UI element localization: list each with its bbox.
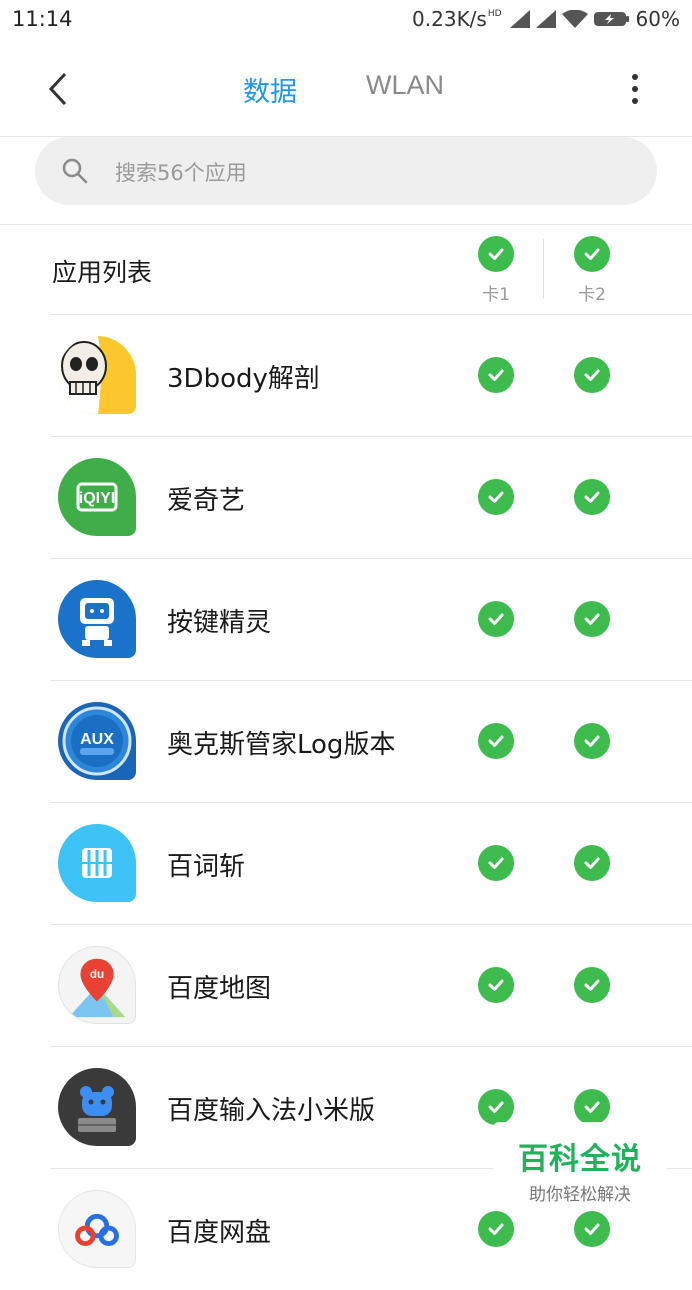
battery-level: 60% bbox=[635, 7, 680, 31]
sim1-toggle[interactable] bbox=[478, 723, 514, 759]
aux-app-icon: AUX bbox=[58, 702, 136, 780]
sim2-toggle[interactable] bbox=[574, 357, 610, 393]
signal-icon bbox=[535, 10, 556, 28]
column-header-sim2: 卡2 bbox=[562, 236, 622, 305]
baicizhan-app-icon bbox=[58, 824, 136, 902]
check-icon bbox=[488, 1223, 504, 1235]
list-header: 应用列表 卡1 卡2 bbox=[0, 225, 692, 315]
check-icon bbox=[488, 735, 504, 747]
status-indicators: 0.23K/sHD 60% bbox=[412, 7, 680, 31]
sim1-toggle[interactable] bbox=[478, 1089, 514, 1125]
tab-data[interactable]: 数据 bbox=[243, 70, 297, 109]
sim1-toggle[interactable] bbox=[478, 845, 514, 881]
back-button[interactable] bbox=[38, 66, 78, 112]
tab-wlan[interactable]: WLAN bbox=[366, 70, 444, 101]
app-name: 爱奇艺 bbox=[167, 486, 246, 516]
list-item[interactable]: du 百度地图 bbox=[0, 924, 692, 1046]
watermark-brand: 百科全说 bbox=[518, 1142, 642, 1177]
chevron-left-icon bbox=[48, 72, 67, 106]
check-icon bbox=[584, 613, 600, 625]
status-bar: 11:14 0.23K/sHD 60% bbox=[0, 0, 692, 42]
app-name: 百度地图 bbox=[167, 974, 272, 1004]
check-icon bbox=[584, 735, 600, 747]
check-icon bbox=[488, 248, 504, 260]
search-input[interactable]: 搜索56个应用 bbox=[35, 137, 657, 205]
check-icon bbox=[584, 491, 600, 503]
check-icon bbox=[584, 857, 600, 869]
svg-text:iQIYI: iQIYI bbox=[79, 490, 115, 507]
top-nav: 数据 WLAN bbox=[0, 42, 692, 137]
sim2-all-toggle[interactable] bbox=[574, 236, 610, 272]
watermark-slogan: 助你轻松解决 bbox=[529, 1185, 631, 1205]
sim1-toggle[interactable] bbox=[478, 967, 514, 1003]
check-icon bbox=[488, 491, 504, 503]
sim2-toggle[interactable] bbox=[574, 845, 610, 881]
sim2-toggle[interactable] bbox=[574, 967, 610, 1003]
search-placeholder: 搜索56个应用 bbox=[115, 161, 247, 185]
sim2-toggle[interactable] bbox=[574, 723, 610, 759]
signal-icon bbox=[509, 10, 530, 28]
column-divider bbox=[543, 239, 544, 299]
check-icon bbox=[488, 1101, 504, 1113]
check-icon bbox=[584, 1223, 600, 1235]
network-speed-value: 0.23K/s bbox=[412, 7, 487, 31]
robot-app-icon bbox=[58, 580, 136, 658]
list-item[interactable]: iQIYI 爱奇艺 bbox=[0, 436, 692, 558]
check-icon bbox=[488, 369, 504, 381]
list-title: 应用列表 bbox=[52, 258, 153, 287]
more-button[interactable] bbox=[620, 68, 650, 110]
list-item[interactable]: 百词斩 bbox=[0, 802, 692, 924]
watermark: 百科全说 助你轻松解决 bbox=[493, 1122, 667, 1208]
svg-text:AUX: AUX bbox=[80, 731, 114, 748]
app-name: 按键精灵 bbox=[167, 608, 272, 638]
sim1-toggle[interactable] bbox=[478, 601, 514, 637]
check-icon bbox=[488, 857, 504, 869]
sim1-toggle[interactable] bbox=[478, 1211, 514, 1247]
check-icon bbox=[584, 979, 600, 991]
list-item[interactable]: 3Dbody解剖 bbox=[0, 314, 692, 436]
hd-label: HD bbox=[487, 9, 502, 19]
baidu-netdisk-app-icon bbox=[58, 1190, 136, 1268]
sim2-toggle[interactable] bbox=[574, 479, 610, 515]
sim2-toggle[interactable] bbox=[574, 601, 610, 637]
skull-app-icon bbox=[58, 336, 136, 414]
check-icon bbox=[584, 248, 600, 260]
app-name: 3Dbody解剖 bbox=[167, 364, 320, 394]
network-speed: 0.23K/sHD bbox=[412, 7, 504, 31]
app-name: 奥克斯管家Log版本 bbox=[167, 730, 396, 760]
app-name: 百度网盘 bbox=[167, 1218, 272, 1248]
sim2-toggle[interactable] bbox=[574, 1211, 610, 1247]
more-vertical-icon bbox=[632, 74, 638, 104]
app-name: 百度输入法小米版 bbox=[167, 1096, 376, 1126]
baidu-map-app-icon: du bbox=[58, 946, 136, 1024]
sim1-toggle[interactable] bbox=[478, 479, 514, 515]
baidu-input-app-icon bbox=[58, 1068, 136, 1146]
svg-text:du: du bbox=[90, 968, 104, 981]
column-label-sim2: 卡2 bbox=[578, 285, 606, 305]
list-item[interactable]: AUX 奥克斯管家Log版本 bbox=[0, 680, 692, 802]
column-label-sim1: 卡1 bbox=[482, 285, 510, 305]
check-icon bbox=[584, 369, 600, 381]
list-item[interactable]: 按键精灵 bbox=[0, 558, 692, 680]
column-header-sim1: 卡1 bbox=[466, 236, 526, 305]
sim1-toggle[interactable] bbox=[478, 357, 514, 393]
check-icon bbox=[488, 979, 504, 991]
status-time: 11:14 bbox=[12, 7, 73, 31]
sim2-toggle[interactable] bbox=[574, 1089, 610, 1125]
iqiyi-app-icon: iQIYI bbox=[58, 458, 136, 536]
battery-charging-icon bbox=[593, 12, 629, 26]
search-icon bbox=[62, 158, 88, 184]
wifi-icon bbox=[561, 10, 588, 28]
check-icon bbox=[584, 1101, 600, 1113]
sim1-all-toggle[interactable] bbox=[478, 236, 514, 272]
app-name: 百词斩 bbox=[167, 852, 246, 882]
check-icon bbox=[488, 613, 504, 625]
